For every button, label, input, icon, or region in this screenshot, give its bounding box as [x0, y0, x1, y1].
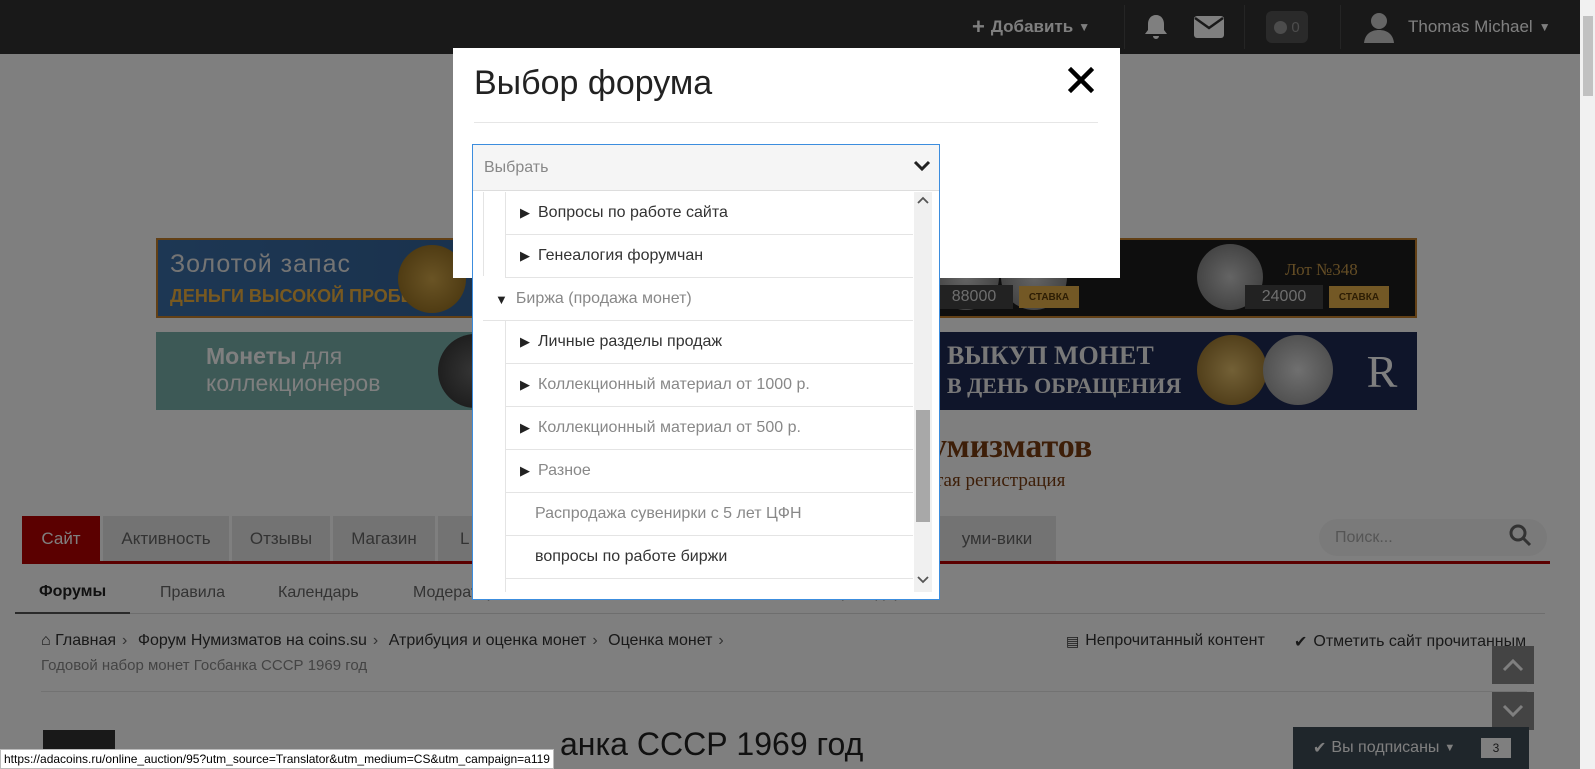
option-misc[interactable]: ▶ Разное: [505, 450, 913, 493]
option-label: Разное: [538, 462, 591, 479]
option-genealogy[interactable]: ▶ Генеалогия форумчан: [505, 235, 913, 278]
close-icon[interactable]: [1068, 65, 1094, 95]
option-label: Генеалогия форумчан: [538, 247, 704, 264]
chevron-down-icon[interactable]: [917, 576, 929, 584]
browser-status-url: https://adacoins.ru/online_auction/95?ut…: [0, 749, 554, 769]
forum-select-dropdown[interactable]: Выбрать ▶ Вопросы по работе сайта ▶ Гене…: [472, 144, 940, 600]
select-placeholder: Выбрать: [484, 158, 549, 176]
option-partial[interactable]: [505, 579, 913, 592]
option-label: Биржа (продажа монет): [515, 290, 692, 307]
option-exchange-questions[interactable]: вопросы по работе биржи: [505, 536, 913, 579]
triangle-down-icon: ▼: [495, 291, 508, 307]
triangle-right-icon: ▶: [520, 463, 530, 478]
chevron-down-icon: [913, 160, 931, 172]
triangle-right-icon: ▶: [520, 248, 530, 263]
tree-line: [483, 192, 484, 276]
option-label: Личные разделы продаж: [538, 333, 723, 350]
scrollbar-thumb[interactable]: [1583, 16, 1593, 96]
page-scrollbar[interactable]: [1580, 0, 1595, 769]
option-label: Распродажа сувенирки с 5 лет ЦФН: [535, 505, 802, 522]
dropdown-scrollbar[interactable]: [914, 192, 932, 592]
option-label: Коллекционный материал от 500 р.: [538, 419, 801, 436]
option-material-500[interactable]: ▶ Коллекционный материал от 500 р.: [505, 407, 913, 450]
option-label: Вопросы по работе сайта: [538, 204, 728, 221]
triangle-right-icon: ▶: [520, 205, 530, 220]
option-site-questions[interactable]: ▶ Вопросы по работе сайта: [505, 192, 913, 235]
triangle-right-icon: ▶: [520, 334, 530, 349]
forum-select-field[interactable]: Выбрать: [473, 145, 939, 191]
triangle-right-icon: ▶: [520, 377, 530, 392]
option-material-1000[interactable]: ▶ Коллекционный материал от 1000 р.: [505, 364, 913, 407]
scrollbar-thumb[interactable]: [916, 410, 930, 522]
option-exchange-category[interactable]: ▼ Биржа (продажа монет): [483, 278, 913, 321]
forum-options-list: ▶ Вопросы по работе сайта ▶ Генеалогия ф…: [473, 192, 913, 592]
chevron-up-icon[interactable]: [917, 196, 929, 204]
triangle-right-icon: ▶: [520, 420, 530, 435]
option-label: Коллекционный материал от 1000 р.: [538, 376, 810, 393]
option-souvenir-sale[interactable]: Распродажа сувенирки с 5 лет ЦФН: [505, 493, 913, 536]
option-label: вопросы по работе биржи: [535, 548, 728, 565]
option-personal-sales[interactable]: ▶ Личные разделы продаж: [505, 321, 913, 364]
modal-title: Выбор форума: [474, 64, 713, 102]
divider: [474, 122, 1098, 123]
